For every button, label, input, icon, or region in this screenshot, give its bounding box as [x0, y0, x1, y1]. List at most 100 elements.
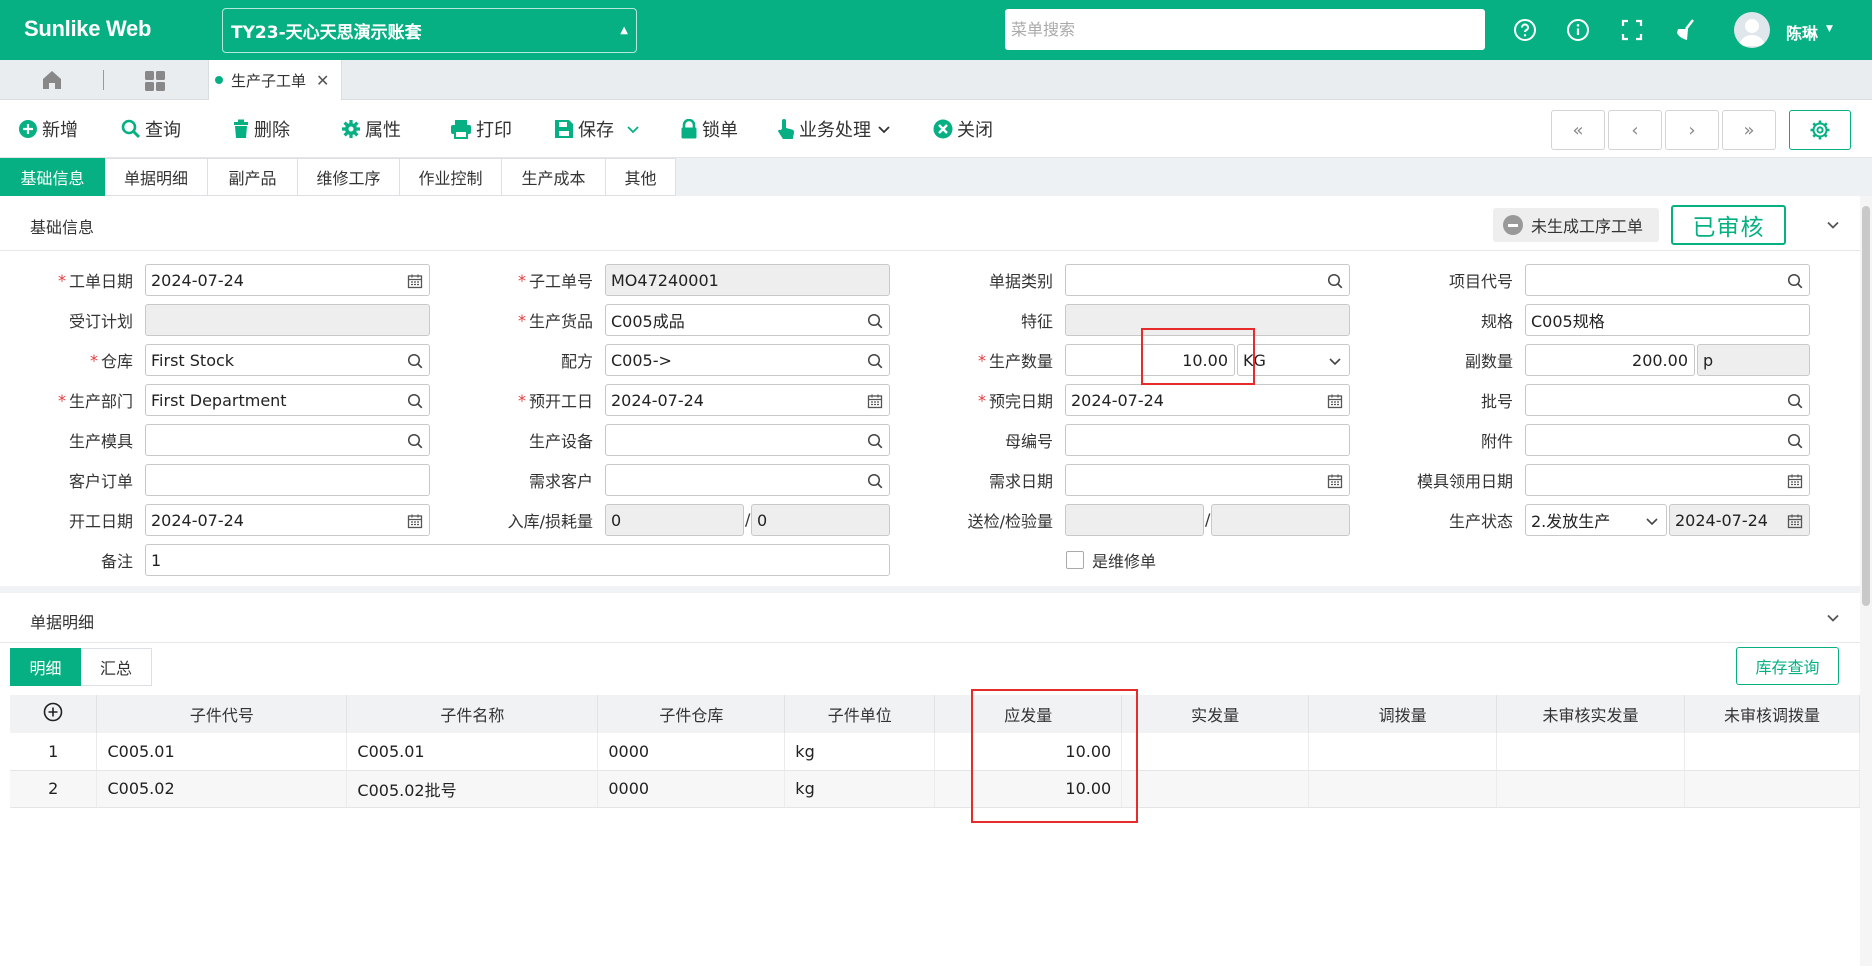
business-button[interactable]: 业务处理 — [777, 116, 895, 142]
demand-customer-field[interactable] — [605, 464, 890, 496]
collapse-chevron-icon[interactable] — [1826, 611, 1840, 625]
cell-transfer-qty[interactable] — [1308, 733, 1498, 771]
info-icon[interactable] — [1564, 16, 1592, 44]
tab-repair-process[interactable]: 维修工序 — [298, 158, 400, 196]
search-icon[interactable] — [1787, 273, 1803, 289]
attachment-field[interactable] — [1525, 424, 1810, 456]
cell-unaudited-transfer[interactable] — [1684, 770, 1860, 808]
clean-broom-icon[interactable] — [1672, 16, 1700, 44]
next-record-button[interactable]: › — [1665, 110, 1719, 150]
page-scrollbar[interactable] — [1860, 196, 1872, 966]
cell-transfer-qty[interactable] — [1308, 770, 1498, 808]
tab-other[interactable]: 其他 — [606, 158, 676, 196]
search-icon[interactable] — [407, 353, 423, 369]
cell-due-qty[interactable]: 10.00 — [934, 770, 1123, 808]
product-field[interactable]: C005成品 — [605, 304, 890, 336]
dept-field[interactable]: First Department — [145, 384, 430, 416]
search-icon[interactable] — [867, 433, 883, 449]
first-record-button[interactable]: « — [1551, 110, 1605, 150]
user-avatar[interactable] — [1734, 12, 1770, 48]
settings-button[interactable] — [1789, 110, 1851, 150]
doc-type-field[interactable] — [1065, 264, 1350, 296]
cell-code[interactable]: C005.02 — [96, 770, 348, 808]
cell-unit[interactable]: kg — [784, 770, 936, 808]
warehouse-field[interactable]: First Stock — [145, 344, 430, 376]
cell-warehouse[interactable]: 0000 — [597, 733, 786, 771]
menu-search-input[interactable] — [1005, 9, 1485, 50]
cell-name[interactable]: C005.01 — [346, 733, 599, 771]
cell-actual-qty[interactable] — [1121, 733, 1310, 771]
user-name[interactable]: 陈琳 — [1786, 20, 1818, 44]
start-date-field[interactable]: 2024-07-24 — [145, 504, 430, 536]
search-icon[interactable] — [1327, 273, 1343, 289]
unit-select[interactable]: KG — [1237, 344, 1350, 376]
cell-name[interactable]: C005.02批号 — [346, 770, 599, 808]
equipment-field[interactable] — [605, 424, 890, 456]
chevron-down-icon[interactable] — [1327, 353, 1343, 369]
close-button[interactable]: 关闭 — [933, 116, 993, 142]
close-tab-icon[interactable]: ✕ — [316, 71, 329, 90]
app-grid-icon[interactable] — [144, 70, 166, 92]
collapse-chevron-icon[interactable] — [1826, 218, 1840, 232]
cell-unaudited-transfer[interactable] — [1684, 733, 1860, 771]
remark-field[interactable]: 1 — [145, 544, 890, 576]
mold-date-field[interactable] — [1525, 464, 1810, 496]
search-icon[interactable] — [1787, 433, 1803, 449]
customer-order-field[interactable] — [145, 464, 430, 496]
cell-actual-qty[interactable] — [1121, 770, 1310, 808]
last-record-button[interactable]: » — [1722, 110, 1776, 150]
formula-field[interactable]: C005-> — [605, 344, 890, 376]
cell-code[interactable]: C005.01 — [96, 733, 348, 771]
subtab-summary[interactable]: 汇总 — [81, 648, 152, 686]
calendar-icon[interactable] — [1327, 473, 1343, 489]
chevron-down-icon[interactable] — [877, 122, 891, 136]
calendar-icon[interactable] — [407, 273, 423, 289]
is-repair-checkbox[interactable] — [1066, 551, 1084, 569]
search-icon[interactable] — [407, 393, 423, 409]
table-row[interactable]: 2 C005.02 C005.02批号 0000 kg 10.00 — [10, 770, 1860, 808]
column-header[interactable]: 子件单位 — [784, 695, 936, 733]
column-header[interactable]: 应发量 — [934, 695, 1123, 733]
tab-job-control[interactable]: 作业控制 — [400, 158, 502, 196]
spec-field[interactable]: C005规格 — [1525, 304, 1810, 336]
stock-query-button[interactable]: 库存查询 — [1736, 647, 1839, 685]
chevron-down-icon[interactable] — [626, 122, 640, 136]
save-button[interactable]: 保存 — [554, 116, 644, 142]
cell-unaudited-actual[interactable] — [1496, 770, 1686, 808]
properties-button[interactable]: 属性 — [341, 116, 401, 142]
order-date-field[interactable]: 2024-07-24 — [145, 264, 430, 296]
search-icon[interactable] — [867, 473, 883, 489]
prev-record-button[interactable]: ‹ — [1608, 110, 1662, 150]
cell-unaudited-actual[interactable] — [1496, 733, 1686, 771]
caret-down-icon[interactable]: ▼ — [1826, 24, 1833, 34]
start-plan-field[interactable]: 2024-07-24 — [605, 384, 890, 416]
delete-button[interactable]: 删除 — [232, 116, 290, 142]
scrollbar-thumb[interactable] — [1862, 206, 1870, 606]
add-button[interactable]: 新增 — [18, 116, 78, 142]
help-icon[interactable] — [1511, 16, 1539, 44]
table-row[interactable]: 1 C005.01 C005.01 0000 kg 10.00 — [10, 733, 1860, 771]
account-selector[interactable]: TY23-天心天思演示账套 ▲ — [222, 8, 637, 53]
tab-by-product[interactable]: 副产品 — [208, 158, 298, 196]
cell-warehouse[interactable]: 0000 — [597, 770, 786, 808]
chevron-down-icon[interactable] — [1644, 513, 1660, 529]
column-header[interactable]: 未审核调拨量 — [1684, 695, 1860, 733]
column-header[interactable]: 子件仓库 — [597, 695, 786, 733]
subtab-detail[interactable]: 明细 — [10, 648, 81, 686]
query-button[interactable]: 查询 — [121, 116, 181, 142]
column-header[interactable]: 子件代号 — [96, 695, 348, 733]
sub-qty-field[interactable]: 200.00 — [1525, 344, 1695, 376]
finish-plan-field[interactable]: 2024-07-24 — [1065, 384, 1350, 416]
parent-no-field[interactable] — [1065, 424, 1350, 456]
cell-due-qty[interactable]: 10.00 — [934, 733, 1123, 771]
calendar-icon[interactable] — [1787, 473, 1803, 489]
calendar-icon[interactable] — [1327, 393, 1343, 409]
prod-status-select[interactable]: 2.发放生产 — [1525, 504, 1667, 536]
search-icon[interactable] — [867, 353, 883, 369]
tab-sub-work-order[interactable]: 生产子工单 ✕ — [208, 60, 342, 100]
tab-basic-info[interactable]: 基础信息 — [0, 158, 105, 196]
fullscreen-icon[interactable] — [1618, 16, 1646, 44]
calendar-icon[interactable] — [407, 513, 423, 529]
cell-unit[interactable]: kg — [784, 733, 936, 771]
column-header[interactable]: 实发量 — [1121, 695, 1310, 733]
